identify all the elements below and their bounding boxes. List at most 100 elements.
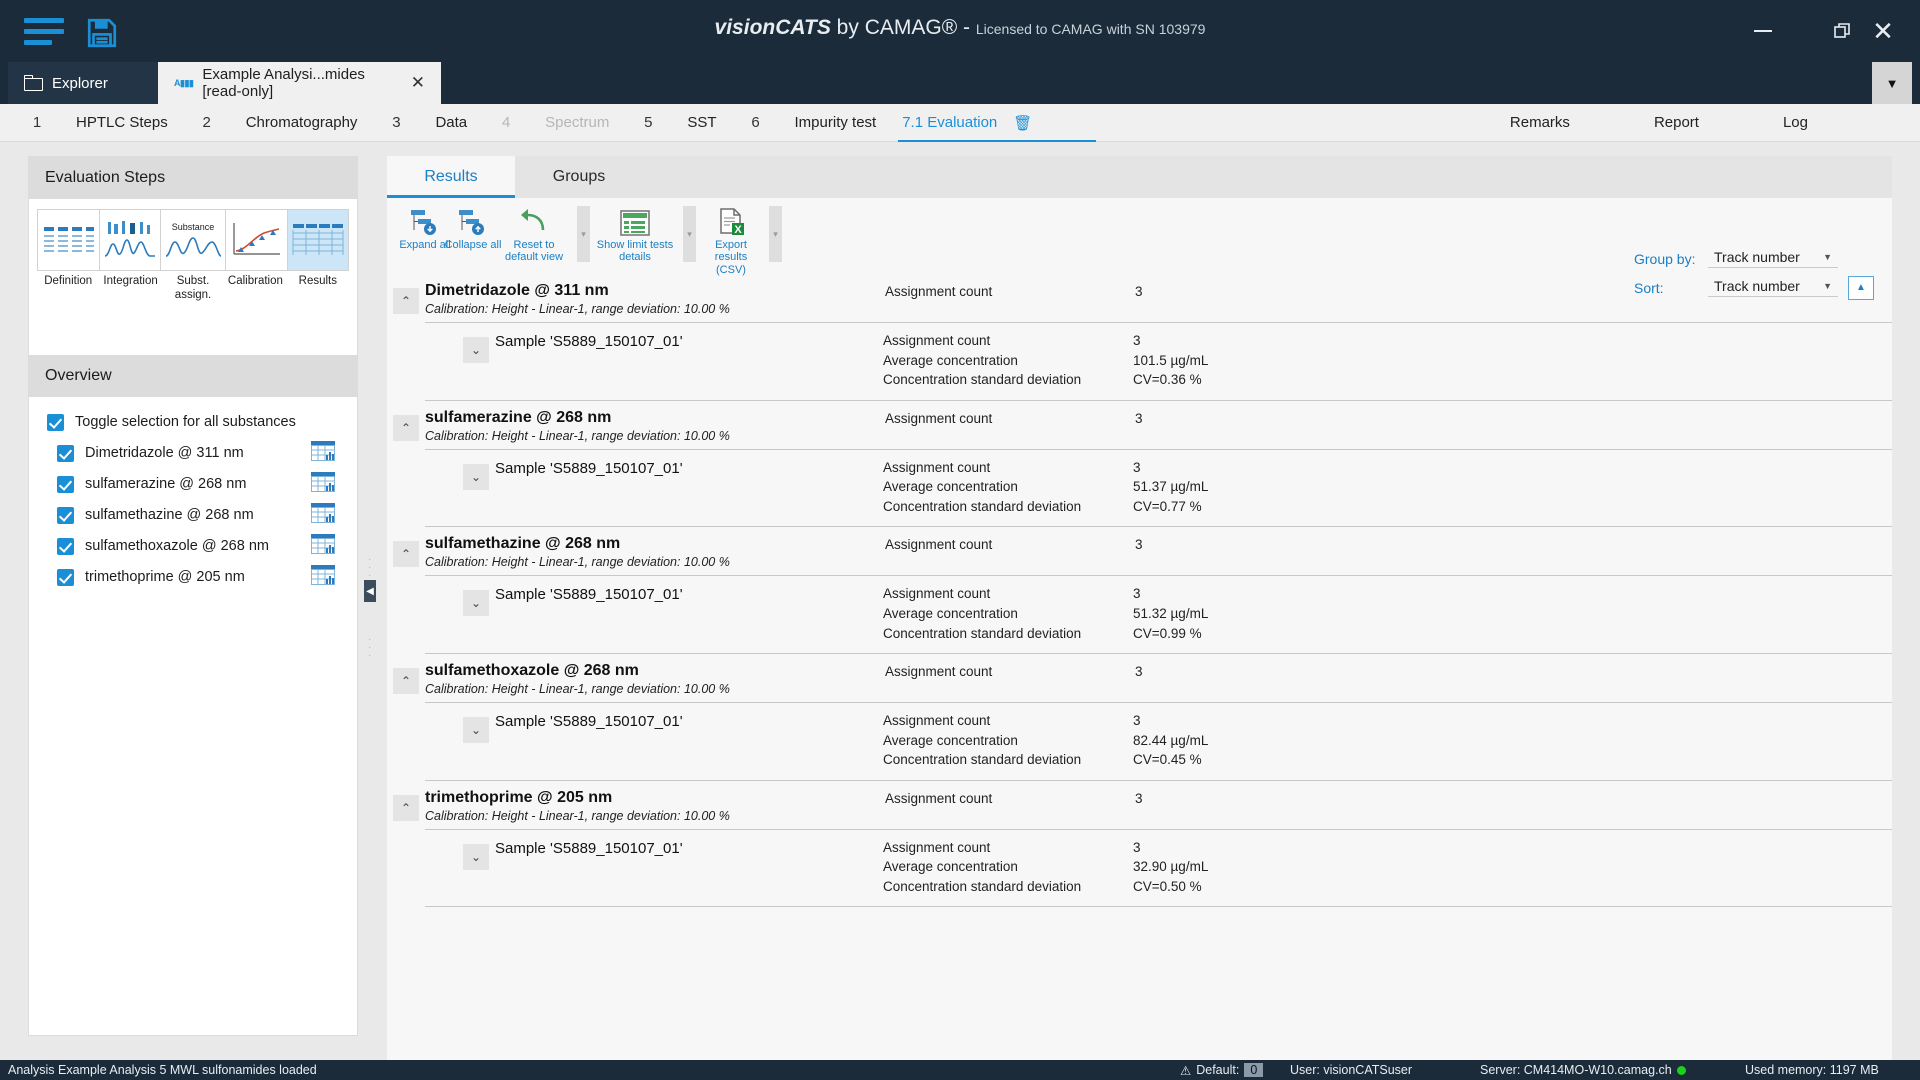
group-header[interactable]: ⌃ Dimetridazole @ 311 nm Calibration: He… (387, 274, 1892, 322)
nav-log[interactable]: Log (1741, 114, 1850, 131)
tab-overflow-caret-icon[interactable]: ▼ (1872, 62, 1912, 104)
sample-title: Sample 'S5889_150107_01' (495, 838, 855, 857)
step-number: 5 (625, 114, 671, 131)
chevron-label-results[interactable]: Results (287, 274, 349, 303)
toggle-all-checkbox[interactable] (47, 414, 64, 431)
sample-expand-icon[interactable]: ⌄ (463, 337, 489, 363)
chevron-label-definition[interactable]: Definition (37, 274, 99, 303)
save-icon[interactable] (85, 16, 119, 50)
step-data[interactable]: 3 Data (373, 114, 483, 131)
sample-keys: Assignment count Average concentration C… (883, 584, 1133, 643)
sample-values: 3 51.32 µg/mL CV=0.99 % (1133, 584, 1603, 643)
substance-table-icon[interactable] (311, 472, 335, 496)
group-header[interactable]: ⌃ sulfamethazine @ 268 nm Calibration: H… (387, 527, 1892, 575)
sample-expand-icon[interactable]: ⌄ (463, 844, 489, 870)
sample-expand-icon[interactable]: ⌄ (463, 464, 489, 490)
toolbar-overflow-2[interactable] (683, 206, 696, 262)
tab-analysis[interactable]: A▮▮▮ Example Analysi...mides [read-only]… (158, 62, 441, 104)
step-number: 4 (483, 114, 529, 131)
step-evaluation[interactable]: 7.1 Evaluation 🗑 (892, 114, 1042, 132)
group-collapse-icon[interactable]: ⌃ (393, 415, 419, 441)
group-header[interactable]: ⌃ sulfamethoxazole @ 268 nm Calibration:… (387, 654, 1892, 702)
tab-results-label: Results (424, 168, 477, 186)
chevron-integration[interactable] (99, 209, 161, 271)
show-limit-tests-details-button[interactable]: Show limit tests details (593, 204, 677, 264)
step-sst[interactable]: 5 SST (625, 114, 732, 131)
substance-checkbox[interactable] (57, 507, 74, 524)
substance-checkbox[interactable] (57, 476, 74, 493)
toolbar-overflow-3[interactable] (769, 206, 782, 262)
result-group-sulfamethoxazole: ⌃ sulfamethoxazole @ 268 nm Calibration:… (387, 654, 1892, 781)
main-menu-icon[interactable] (24, 18, 64, 48)
panel-splitter[interactable]: ··· ◀ ··· (362, 156, 378, 1036)
substance-table-icon[interactable] (311, 565, 335, 589)
toggle-all-row[interactable]: Toggle selection for all substances (29, 407, 357, 438)
sample-row[interactable]: ⌄ Sample 'S5889_150107_01' Assignment co… (425, 449, 1892, 527)
chevron-down-icon: ▼ (1823, 252, 1832, 262)
substance-row-dimetridazole[interactable]: Dimetridazole @ 311 nm (29, 438, 357, 469)
step-chromatography[interactable]: 2 Chromatography (184, 114, 374, 131)
sample-row[interactable]: ⌄ Sample 'S5889_150107_01' Assignment co… (425, 702, 1892, 780)
group-kv: Assignment count 3 (885, 409, 1605, 429)
status-default[interactable]: ⚠ Default: 0 (1180, 1063, 1263, 1078)
nav-report[interactable]: Report (1612, 114, 1741, 131)
group-collapse-icon[interactable]: ⌃ (393, 541, 419, 567)
group-header[interactable]: ⌃ sulfamerazine @ 268 nm Calibration: He… (387, 401, 1892, 449)
sample-values: 3 32.90 µg/mL CV=0.50 % (1133, 838, 1603, 897)
minimize-button[interactable] (1740, 10, 1786, 52)
sample-expand-icon[interactable]: ⌄ (463, 717, 489, 743)
sample-row[interactable]: ⌄ Sample 'S5889_150107_01' Assignment co… (425, 322, 1892, 400)
chevron-calibration[interactable] (225, 209, 287, 271)
overview-list: Toggle selection for all substances Dime… (29, 397, 357, 593)
export-results-csv-button[interactable]: X Export results (CSV) (699, 204, 763, 276)
chevron-results[interactable] (287, 209, 350, 271)
close-button[interactable]: ✕ (1860, 10, 1906, 52)
group-header[interactable]: ⌃ trimethoprime @ 205 nm Calibration: He… (387, 781, 1892, 829)
group-collapse-icon[interactable]: ⌃ (393, 795, 419, 821)
nav-remarks[interactable]: Remarks (1468, 114, 1612, 131)
sample-row[interactable]: ⌄ Sample 'S5889_150107_01' Assignment co… (425, 575, 1892, 653)
collapse-all-button[interactable]: Collapse all (443, 204, 503, 251)
collapse-left-panel-icon[interactable]: ◀ (364, 580, 376, 602)
group-collapse-icon[interactable]: ⌃ (393, 668, 419, 694)
substance-row-sulfamerazine[interactable]: sulfamerazine @ 268 nm (29, 469, 357, 500)
step-hptlc-steps[interactable]: 1 HPTLC Steps (14, 114, 184, 131)
substance-checkbox[interactable] (57, 569, 74, 586)
substance-label: trimethoprime @ 205 nm (85, 569, 245, 585)
tab-close-icon[interactable]: ✕ (411, 73, 425, 93)
delete-evaluation-icon[interactable]: 🗑 (1013, 114, 1042, 132)
step-label: Impurity test (779, 114, 893, 131)
substance-checkbox[interactable] (57, 445, 74, 462)
sample-expand-icon[interactable]: ⌄ (463, 590, 489, 616)
chevron-label-calibration[interactable]: Calibration (224, 274, 286, 303)
substance-table-icon[interactable] (311, 503, 335, 527)
tab-groups[interactable]: Groups (515, 156, 643, 198)
group-by-select[interactable]: Track number ▼ (1708, 249, 1838, 268)
substance-row-sulfamethazine[interactable]: sulfamethazine @ 268 nm (29, 500, 357, 531)
group-by-row: Group by: Track number ▼ (1634, 244, 1874, 273)
tab-results[interactable]: Results (387, 156, 515, 198)
substance-row-trimethoprime[interactable]: trimethoprime @ 205 nm (29, 562, 357, 593)
substance-table-icon[interactable] (311, 441, 335, 465)
group-title-block: sulfamethoxazole @ 268 nm Calibration: H… (425, 662, 825, 696)
main-panel: Results Groups Expand all (387, 156, 1892, 1080)
substance-checkbox[interactable] (57, 538, 74, 555)
reset-view-icon (497, 204, 571, 236)
substance-row-sulfamethoxazole[interactable]: sulfamethoxazole @ 268 nm (29, 531, 357, 562)
group-key: Assignment count (885, 282, 1135, 302)
chevron-label-integration[interactable]: Integration (99, 274, 161, 303)
export-csv-icon: X (699, 204, 763, 236)
result-group-sulfamethazine: ⌃ sulfamethazine @ 268 nm Calibration: H… (387, 527, 1892, 654)
substance-table-icon[interactable] (311, 534, 335, 558)
chevron-definition[interactable] (37, 209, 99, 271)
sample-key: Average concentration (883, 604, 1133, 624)
chevron-label-subst-assign[interactable]: Subst. assign. (162, 274, 224, 303)
step-impurity-test[interactable]: 6 Impurity test (733, 114, 893, 131)
toolbar-overflow-1[interactable] (577, 206, 590, 262)
chevron-subst-assign[interactable]: Substance (160, 209, 225, 271)
reset-to-default-view-button[interactable]: Reset to default view (497, 204, 571, 264)
tab-explorer[interactable]: Explorer (8, 62, 158, 104)
group-by-label: Group by: (1634, 251, 1708, 267)
group-collapse-icon[interactable]: ⌃ (393, 288, 419, 314)
sample-row[interactable]: ⌄ Sample 'S5889_150107_01' Assignment co… (425, 829, 1892, 907)
